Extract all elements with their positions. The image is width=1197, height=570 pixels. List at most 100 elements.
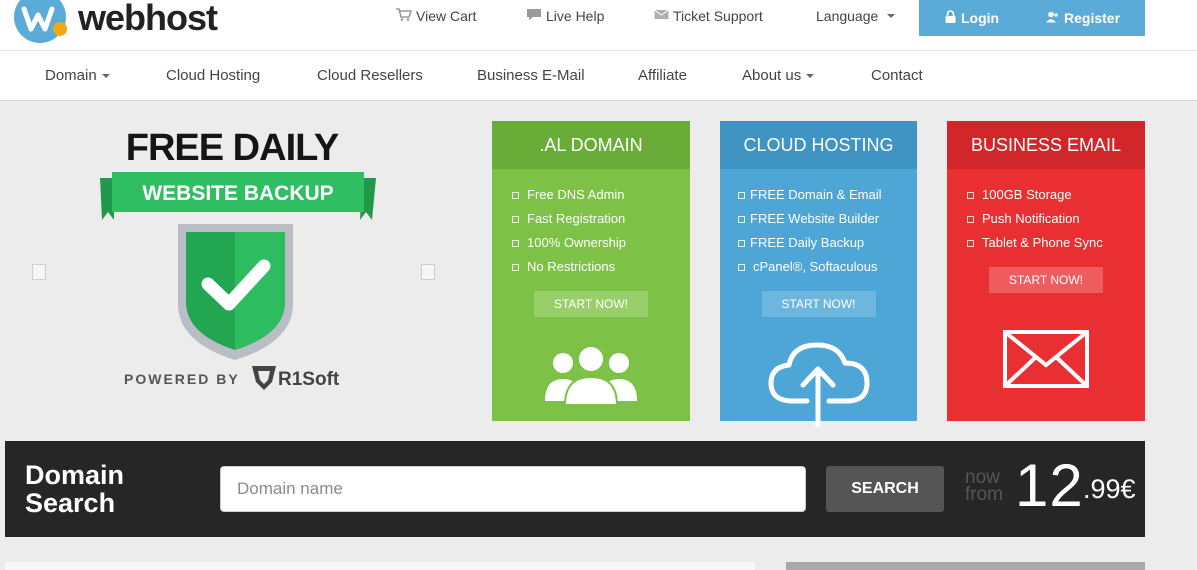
nav-item-cloud-resellers[interactable]: Cloud Resellers bbox=[317, 51, 423, 101]
domain-name-input[interactable] bbox=[220, 466, 806, 512]
start-now-button[interactable]: START NOW! bbox=[988, 267, 1104, 293]
list-item: Free DNS Admin bbox=[512, 183, 690, 207]
view-cart-link[interactable]: View Cart bbox=[396, 8, 526, 24]
feature-list: Free DNS Admin Fast Registration 100% Ow… bbox=[492, 169, 690, 279]
checkbox-icon bbox=[967, 215, 974, 223]
price-label-line: from bbox=[965, 484, 1003, 505]
r1soft-logo-icon bbox=[252, 366, 276, 390]
start-now-button[interactable]: START NOW! bbox=[533, 291, 649, 317]
checkbox-icon bbox=[738, 191, 745, 199]
nav-item-label: Cloud Hosting bbox=[166, 67, 261, 84]
top-links: View Cart Live Help Ticket Support Langu… bbox=[396, 0, 936, 32]
price-cents: .99€ bbox=[1083, 474, 1136, 504]
nav-item-cloud-hosting[interactable]: Cloud Hosting bbox=[166, 51, 260, 101]
content-panel bbox=[5, 562, 755, 570]
card-al-domain: .AL DOMAIN Free DNS Admin Fast Registrat… bbox=[492, 121, 690, 421]
chevron-down-icon bbox=[887, 14, 896, 18]
nav-item-about-us[interactable]: About us bbox=[742, 51, 815, 101]
view-cart-label: View Cart bbox=[416, 8, 477, 24]
nav-item-business-email[interactable]: Business E-Mail bbox=[477, 51, 585, 101]
card-cloud-hosting: CLOUD HOSTING FREE Domain & Email FREE W… bbox=[720, 121, 917, 428]
webhost-logo-icon bbox=[12, 0, 70, 43]
nav-item-affiliate[interactable]: Affiliate bbox=[638, 51, 687, 101]
feature-list: FREE Domain & Email FREE Website Builder… bbox=[720, 169, 917, 279]
nav-item-domain[interactable]: Domain bbox=[45, 51, 110, 101]
list-item: 100% Ownership bbox=[512, 231, 690, 255]
checkbox-icon bbox=[738, 215, 745, 223]
hero-subtitle: WEBSITE BACKUP bbox=[142, 182, 333, 205]
feature-label: 100GB Storage bbox=[982, 187, 1072, 202]
nav-item-label: Cloud Resellers bbox=[317, 67, 423, 84]
login-button[interactable]: Login bbox=[945, 10, 999, 26]
feature-label: Push Notification bbox=[982, 211, 1080, 226]
nav-item-label: About us bbox=[742, 67, 802, 84]
domain-search-title-line: Domain bbox=[25, 460, 125, 490]
feature-label: FREE Domain & Email bbox=[750, 187, 882, 202]
login-label: Login bbox=[961, 10, 1000, 26]
nav-item-label: Contact bbox=[871, 67, 923, 84]
feature-list: 100GB Storage Push Notification Tablet &… bbox=[947, 169, 1145, 255]
checkbox-icon bbox=[512, 215, 519, 223]
shield-check-icon bbox=[178, 224, 293, 360]
register-label: Register bbox=[1064, 10, 1121, 26]
live-help-label: Live Help bbox=[546, 8, 605, 24]
nav-item-contact[interactable]: Contact bbox=[871, 51, 923, 101]
checkbox-icon bbox=[967, 239, 974, 247]
hero-title: FREE DAILY bbox=[126, 127, 339, 169]
list-item: Push Notification bbox=[967, 207, 1145, 231]
feature-label: cPanel®, Softaculous bbox=[753, 259, 878, 274]
card-title: CLOUD HOSTING bbox=[720, 121, 917, 169]
nav-item-label: Affiliate bbox=[638, 67, 687, 84]
list-item: Fast Registration bbox=[512, 207, 690, 231]
feature-label: FREE Daily Backup bbox=[750, 235, 865, 250]
list-item: FREE Domain & Email bbox=[738, 183, 917, 207]
list-item: FREE Daily Backup bbox=[738, 231, 917, 255]
card-title: .AL DOMAIN bbox=[492, 121, 690, 169]
logo[interactable]: webhost bbox=[12, 0, 218, 48]
domain-search-title: Domain Search bbox=[25, 461, 124, 517]
main-nav: Domain Cloud Hosting Cloud Resellers Bus… bbox=[0, 50, 1197, 101]
add-user-icon bbox=[1046, 10, 1059, 26]
language-dropdown[interactable]: Language bbox=[816, 8, 936, 24]
card-title: BUSINESS EMAIL bbox=[947, 121, 1145, 169]
price-label: now from bbox=[965, 468, 1003, 505]
list-item: FREE Website Builder bbox=[738, 207, 917, 231]
list-item: 100GB Storage bbox=[967, 183, 1145, 207]
ticket-support-link[interactable]: Ticket Support bbox=[654, 8, 816, 24]
checkbox-icon bbox=[512, 263, 519, 271]
search-button[interactable]: SEARCH bbox=[826, 466, 944, 512]
live-help-link[interactable]: Live Help bbox=[526, 8, 654, 24]
feature-label: Fast Registration bbox=[527, 211, 626, 226]
feature-label: Free DNS Admin bbox=[527, 187, 625, 202]
checkbox-icon bbox=[967, 191, 974, 199]
feature-label: 100% Ownership bbox=[527, 235, 626, 250]
register-button[interactable]: Register bbox=[1046, 10, 1120, 26]
nav-item-label: Domain bbox=[45, 67, 97, 84]
auth-box: Login Register bbox=[919, 0, 1145, 36]
domain-search-bar: Domain Search SEARCH now from 12 .99€ bbox=[5, 441, 1145, 537]
backup-banner-graphic: FREE DAILY WEBSITE BACKUP POWERED BY R1S… bbox=[100, 127, 376, 390]
lock-icon bbox=[945, 10, 956, 26]
feature-label: No Restrictions bbox=[527, 259, 616, 274]
nav-item-label: Business E-Mail bbox=[477, 67, 585, 84]
price-main: 12 bbox=[1015, 452, 1084, 519]
ticket-support-label: Ticket Support bbox=[673, 8, 763, 24]
side-panel bbox=[786, 562, 1145, 570]
checkbox-icon bbox=[738, 239, 745, 247]
domain-search-title-line: Search bbox=[25, 488, 116, 518]
top-bar: webhost View Cart Live Help Ticket Suppo… bbox=[0, 0, 1197, 50]
logo-text: webhost bbox=[78, 0, 218, 38]
checkbox-icon bbox=[738, 263, 745, 271]
language-label: Language bbox=[816, 8, 879, 24]
list-item: cPanel®, Softaculous bbox=[738, 255, 917, 279]
chat-icon bbox=[526, 8, 542, 24]
list-item: No Restrictions bbox=[512, 255, 690, 279]
chevron-down-icon bbox=[101, 74, 110, 79]
checkbox-icon bbox=[512, 191, 519, 199]
ticket-icon bbox=[654, 9, 669, 23]
cloud-upload-icon bbox=[767, 339, 871, 432]
card-business-email: BUSINESS EMAIL 100GB Storage Push Notifi… bbox=[947, 121, 1145, 421]
start-now-button[interactable]: START NOW! bbox=[761, 291, 876, 317]
chevron-down-icon bbox=[806, 74, 815, 79]
feature-label: FREE Website Builder bbox=[750, 211, 880, 226]
